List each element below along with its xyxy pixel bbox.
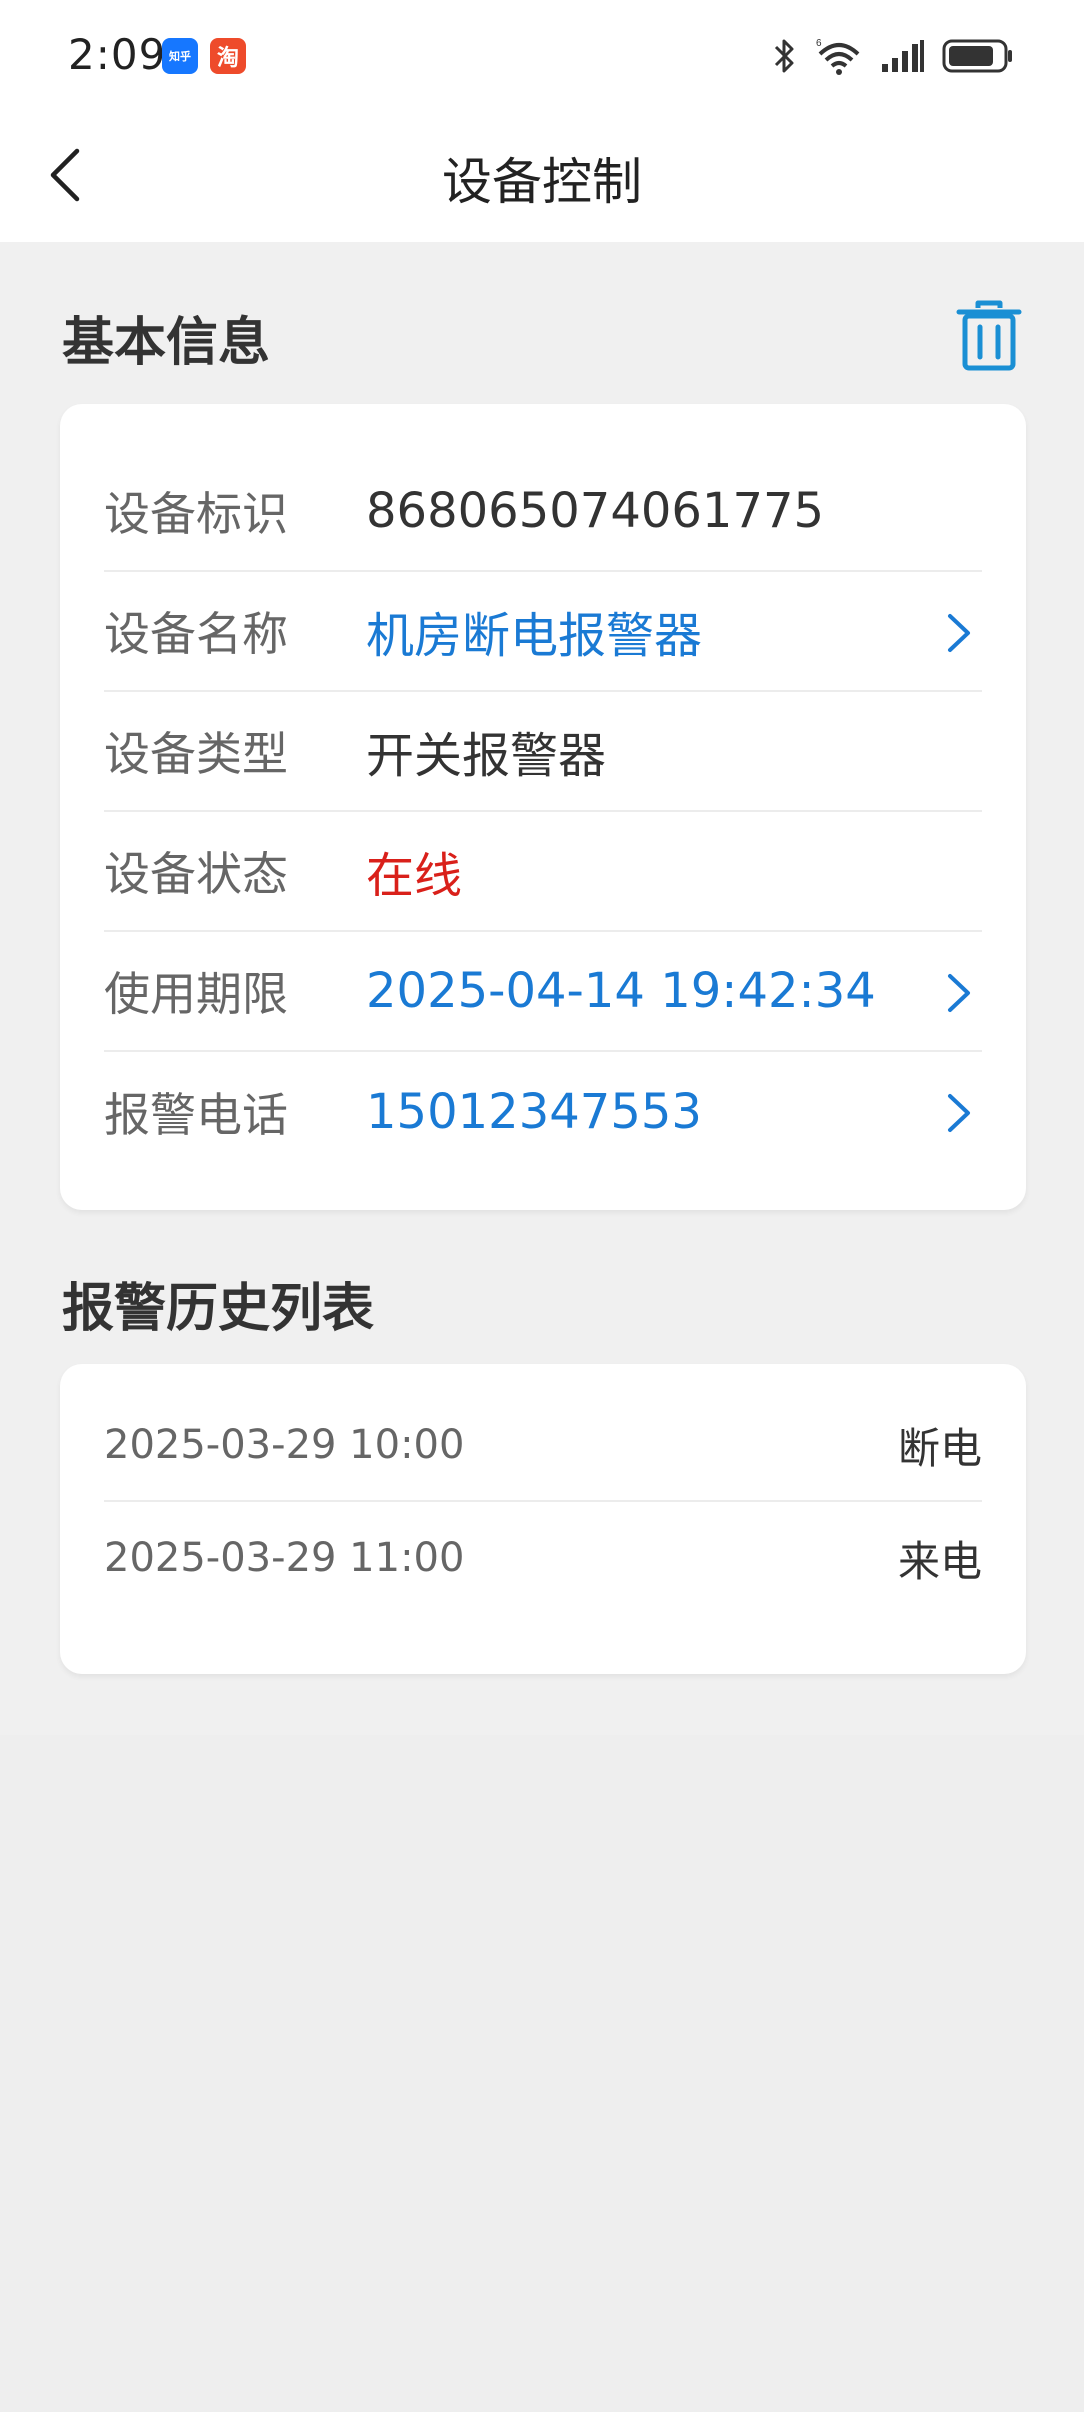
chevron-right-icon bbox=[948, 1094, 970, 1132]
info-row-expiry[interactable]: 使用期限 2025-04-14 19:42:34 bbox=[104, 932, 982, 1052]
status-icons: 6 bbox=[772, 36, 1014, 76]
trash-icon bbox=[956, 300, 1022, 371]
alarm-history-title: 报警历史列表 bbox=[62, 1279, 375, 1339]
history-time: 2025-03-29 11:00 bbox=[104, 1535, 465, 1581]
device-id-value: 868065074061775 bbox=[366, 483, 825, 539]
list-item: 2025-03-29 11:00 来电 bbox=[104, 1502, 982, 1614]
empty-area bbox=[0, 1735, 1084, 2412]
svg-text:6: 6 bbox=[816, 38, 822, 49]
alarm-phone-value[interactable]: 15012347553 bbox=[366, 1084, 702, 1140]
info-label: 报警电话 bbox=[104, 1088, 288, 1142]
info-label: 设备标识 bbox=[104, 487, 288, 541]
bluetooth-icon bbox=[774, 39, 794, 73]
device-name-value[interactable]: 机房断电报警器 bbox=[366, 596, 702, 666]
history-event: 来电 bbox=[897, 1536, 982, 1586]
info-label: 使用期限 bbox=[104, 967, 288, 1021]
info-row-device-type: 设备类型 开关报警器 bbox=[104, 692, 982, 812]
info-row-device-status: 设备状态 在线 bbox=[104, 812, 982, 932]
history-time: 2025-03-29 10:00 bbox=[104, 1422, 465, 1468]
device-status-value: 在线 bbox=[366, 848, 463, 904]
wifi-icon: 6 bbox=[816, 38, 860, 75]
page-title: 设备控制 bbox=[442, 153, 642, 211]
basic-info-title: 基本信息 bbox=[62, 313, 271, 373]
zhihu-notification-icon: 知乎 bbox=[162, 38, 198, 74]
basic-info-card: 设备标识 868065074061775 设备名称 机房断电报警器 设备类型 开… bbox=[60, 404, 1026, 1210]
taobao-notification-icon: 淘 bbox=[210, 38, 246, 74]
chevron-right-icon bbox=[948, 614, 970, 652]
alarm-history-card: 2025-03-29 10:00 断电 2025-03-29 11:00 来电 bbox=[60, 1364, 1026, 1674]
device-type-value: 开关报警器 bbox=[366, 728, 607, 784]
chevron-right-icon bbox=[948, 974, 970, 1012]
info-label: 设备类型 bbox=[104, 727, 288, 781]
history-event: 断电 bbox=[897, 1423, 982, 1473]
info-row-device-id: 设备标识 868065074061775 bbox=[104, 452, 982, 572]
battery-icon bbox=[942, 39, 1012, 73]
status-bar: 2:09 知乎 淘 6 bbox=[0, 0, 1084, 112]
info-label: 设备状态 bbox=[104, 847, 288, 901]
delete-device-button[interactable] bbox=[956, 300, 1022, 372]
list-item: 2025-03-29 10:00 断电 bbox=[104, 1390, 982, 1502]
info-label: 设备名称 bbox=[104, 607, 288, 661]
status-time: 2:09 bbox=[68, 30, 167, 79]
nav-bar: 设备控制 bbox=[0, 112, 1084, 242]
info-row-device-name[interactable]: 设备名称 机房断电报警器 bbox=[104, 572, 982, 692]
signal-icon bbox=[882, 40, 924, 72]
expiry-value[interactable]: 2025-04-14 19:42:34 bbox=[366, 963, 876, 1019]
info-row-alarm-phone[interactable]: 报警电话 15012347553 bbox=[104, 1052, 982, 1172]
